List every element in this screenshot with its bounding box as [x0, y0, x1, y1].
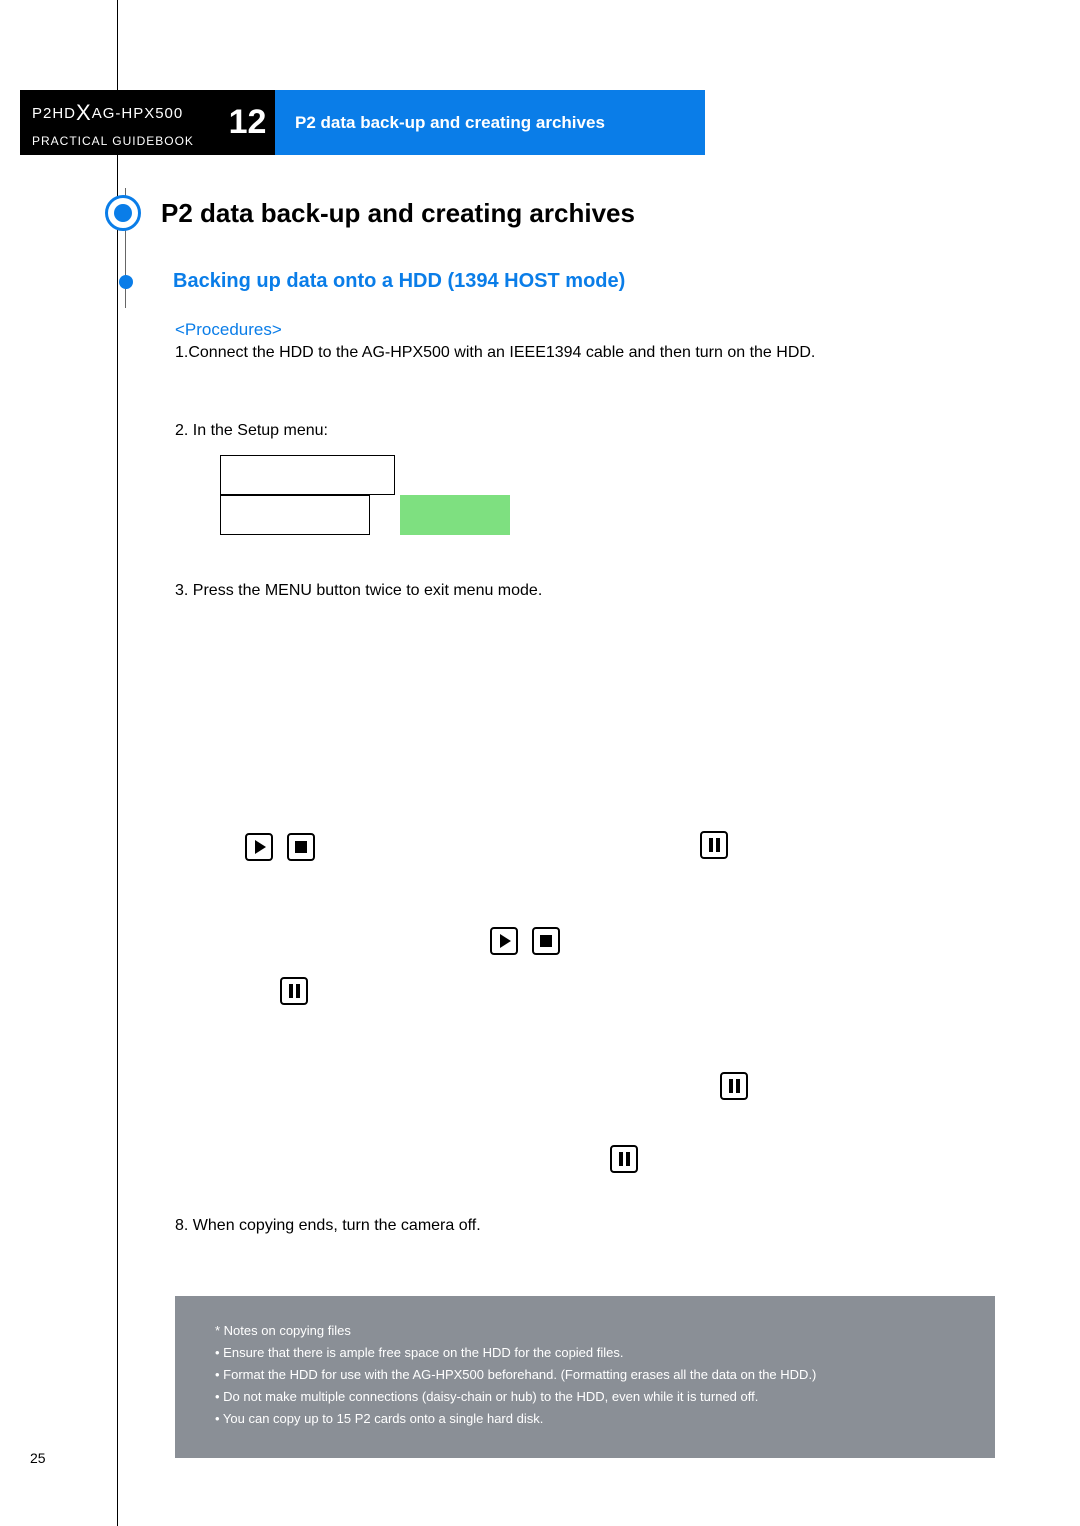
notes-item: • Format the HDD for use with the AG-HPX…: [215, 1364, 965, 1386]
icon-row: [280, 977, 308, 1005]
menu-cell: [220, 495, 370, 535]
notes-title: * Notes on copying files: [215, 1320, 965, 1342]
bullet-circle-inner-icon: [114, 204, 132, 222]
menu-row-1: [220, 455, 510, 495]
banner-title: P2 data back-up and creating archives: [295, 113, 605, 133]
icon-row: [720, 1072, 748, 1100]
sub-heading-row: Backing up data onto a HDD (1394 HOST mo…: [119, 270, 625, 293]
main-heading-row: P2 data back-up and creating archives: [105, 195, 635, 231]
product-x-icon: X: [76, 100, 92, 125]
page-number: 25: [30, 1450, 46, 1466]
header-block: P2HDXAG-HPX500 PRACTICAL GUIDEBOOK: [20, 90, 220, 155]
play-icon: [245, 833, 273, 861]
menu-cell: [220, 455, 395, 495]
pause-icon: [610, 1145, 638, 1173]
menu-table: [220, 455, 510, 535]
main-heading: P2 data back-up and creating archives: [161, 198, 635, 229]
notes-item: • You can copy up to 15 P2 cards onto a …: [215, 1408, 965, 1430]
sub-heading: Backing up data onto a HDD (1394 HOST mo…: [173, 270, 625, 293]
pause-icon: [280, 977, 308, 1005]
menu-gap: [370, 495, 400, 535]
icon-row: [610, 1145, 638, 1173]
icon-row: [245, 833, 315, 861]
menu-row-2: [220, 495, 510, 535]
product-line-text: P2HD: [32, 105, 76, 122]
bullet-circle-icon: [105, 195, 141, 231]
step-1-text: 1.Connect the HDD to the AG-HPX500 with …: [175, 342, 935, 364]
header-subtitle: PRACTICAL GUIDEBOOK: [32, 134, 208, 148]
notes-item: • Do not make multiple connections (dais…: [215, 1386, 965, 1408]
procedures-label: <Procedures>: [175, 320, 282, 340]
icon-row: [490, 927, 560, 955]
step-3-text: 3. Press the MENU button twice to exit m…: [175, 580, 542, 602]
notes-panel: * Notes on copying files • Ensure that t…: [175, 1296, 995, 1458]
icon-row: [700, 831, 728, 859]
product-line: P2HDXAG-HPX500: [32, 100, 208, 126]
stop-icon: [287, 833, 315, 861]
pause-icon: [720, 1072, 748, 1100]
pause-icon: [700, 831, 728, 859]
stop-icon: [532, 927, 560, 955]
step-2-text: 2. In the Setup menu:: [175, 420, 328, 442]
play-icon: [490, 927, 518, 955]
menu-cell-highlight: [400, 495, 510, 535]
section-banner: P2 data back-up and creating archives: [275, 90, 705, 155]
section-number: 12: [220, 90, 275, 155]
notes-item: • Ensure that there is ample free space …: [215, 1342, 965, 1364]
model-text: AG-HPX500: [92, 105, 184, 122]
step-8-text: 8. When copying ends, turn the camera of…: [175, 1215, 481, 1237]
bullet-dot-icon: [119, 275, 133, 289]
